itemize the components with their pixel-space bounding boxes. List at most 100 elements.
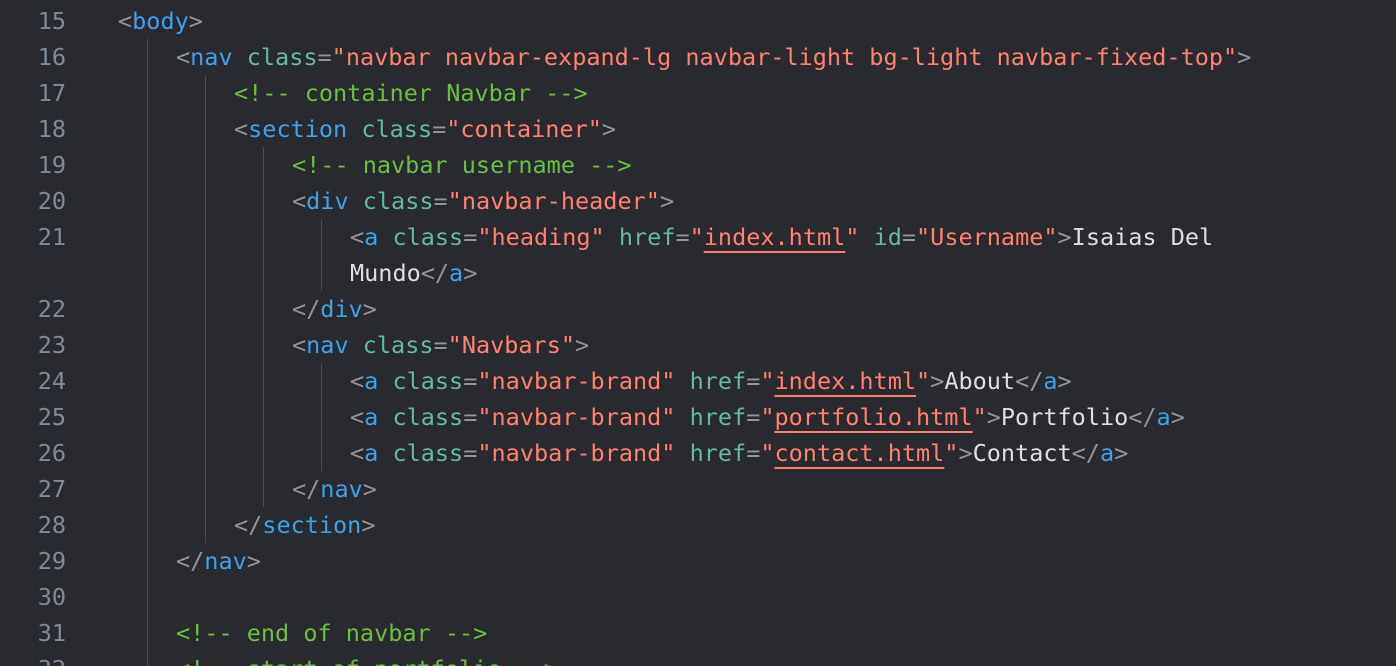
punctuation-token: > (361, 511, 376, 539)
tag-token: nav (320, 475, 363, 503)
tag-token: nav (190, 43, 233, 71)
tag-token: a (364, 223, 379, 251)
code-line[interactable]: 26 <a class="navbar-brand" href="contact.… (0, 435, 1396, 471)
code-line[interactable]: 15 <body> (0, 3, 1396, 39)
code-line[interactable]: 19 <!-- navbar username --> (0, 147, 1396, 183)
tag-token: nav (306, 331, 349, 359)
code-text: <!-- end of navbar --> (176, 615, 487, 651)
indent-guide (205, 147, 206, 183)
indent-guide (263, 183, 264, 219)
line-number: 25 (37, 403, 66, 431)
attribute-token: class (361, 115, 433, 143)
indent-guide (263, 255, 264, 291)
code-line[interactable]: 28 </section> (0, 507, 1396, 543)
punctuation-token: = (433, 187, 448, 215)
indent-guide (147, 543, 148, 579)
code-line[interactable]: 20 <div class="navbar-header"> (0, 183, 1396, 219)
indent-guide (205, 255, 206, 291)
link-token[interactable]: index.html (704, 223, 845, 251)
punctuation-token: </ (292, 475, 321, 503)
indent-guide (205, 363, 206, 399)
punctuation-token: > (575, 331, 590, 359)
code-line[interactable]: 25 <a class="navbar-brand" href="portfoli… (0, 399, 1396, 435)
punctuation-token: > (986, 403, 1001, 431)
code-line[interactable]: 17 <!-- container Navbar --> (0, 75, 1396, 111)
indent-guide (205, 327, 206, 363)
string-token: "heading" (477, 223, 605, 251)
punctuation-token: = (463, 403, 478, 431)
punctuation-token: > (1057, 223, 1072, 251)
comment-token: <!-- start of portfolio --> (176, 655, 558, 666)
link-token[interactable]: index.html (775, 367, 916, 395)
code-line[interactable]: 32 <!-- start of portfolio --> (0, 651, 1396, 666)
indent-guide (263, 327, 264, 363)
indent-guide (263, 363, 264, 399)
line-number: 32 (0, 651, 66, 666)
attribute-token: class (392, 439, 464, 467)
tag-token: a (1043, 367, 1058, 395)
code-line[interactable]: 27 </nav> (0, 471, 1396, 507)
indent-guide (147, 507, 148, 543)
punctuation-token: < (350, 223, 365, 251)
code-line[interactable]: 18 <section class="container"> (0, 111, 1396, 147)
indent-guide (147, 183, 148, 219)
string-token: " (944, 439, 959, 467)
attribute-token: href (618, 223, 676, 251)
attribute-token: class (362, 331, 434, 359)
code-line[interactable]: 21 <a class="heading" href="index.html" i… (0, 219, 1396, 255)
indent-guide (147, 615, 148, 651)
string-token: "navbar-brand" (477, 367, 676, 395)
line-number: 20 (37, 187, 66, 215)
code-line[interactable]: 29 </nav> (0, 543, 1396, 579)
attribute-token: id (873, 223, 902, 251)
line-number: 29 (37, 547, 66, 575)
punctuation-token: = (433, 331, 448, 359)
indent-guide (205, 111, 206, 147)
indent-guide (147, 399, 148, 435)
indent-guide (147, 471, 148, 507)
code-line[interactable]: 23 <nav class="Navbars"> (0, 327, 1396, 363)
code-editor[interactable]: 15 <body> 16 <nav class="navbar navbar-expa… (0, 0, 1396, 666)
link-token[interactable]: portfolio.html (775, 403, 973, 431)
line-number (0, 255, 66, 291)
code-line[interactable]: 22 </div> (0, 291, 1396, 327)
code-text: <!-- container Navbar --> (234, 75, 588, 111)
punctuation-token: = (432, 115, 447, 143)
indent-guide (263, 147, 264, 183)
string-token: "navbar navbar-expand-lg navbar-light bg… (331, 43, 1238, 71)
indent-guide (205, 183, 206, 219)
code-line[interactable]: 16 <nav class="navbar navbar-expand-lg na… (0, 39, 1396, 75)
attribute-token: class (392, 403, 464, 431)
tag-token: a (1156, 403, 1171, 431)
code-line[interactable]: 31 <!-- end of navbar --> (0, 615, 1396, 651)
punctuation-token: </ (234, 511, 263, 539)
punctuation-token: = (463, 367, 478, 395)
code-text: <!-- start of portfolio --> (176, 651, 558, 666)
line-number: 27 (37, 475, 66, 503)
punctuation-token: > (362, 475, 377, 503)
line-number: 21 (37, 223, 66, 251)
indent-guide (147, 327, 148, 363)
tag-token: div (306, 187, 349, 215)
indent-guide (263, 435, 264, 471)
code-line[interactable]: Mundo</a> (0, 255, 1396, 291)
code-line[interactable]: 24 <a class="navbar-brand" href="index.ht… (0, 363, 1396, 399)
indent-guide (147, 291, 148, 327)
punctuation-token: </ (1071, 439, 1100, 467)
line-number: 31 (37, 619, 66, 647)
punctuation-token: </ (1128, 403, 1157, 431)
line-number: 30 (37, 583, 66, 611)
indent-guide (321, 435, 322, 471)
indent-guide (205, 219, 206, 255)
text-token: Isaias Del (1071, 223, 1214, 251)
link-token[interactable]: contact.html (775, 439, 945, 467)
string-token: "navbar-header" (447, 187, 660, 215)
tag-token: section (262, 511, 362, 539)
punctuation-token: </ (1015, 367, 1044, 395)
code-line[interactable]: 30 (0, 579, 1396, 615)
indent-guide (205, 291, 206, 327)
